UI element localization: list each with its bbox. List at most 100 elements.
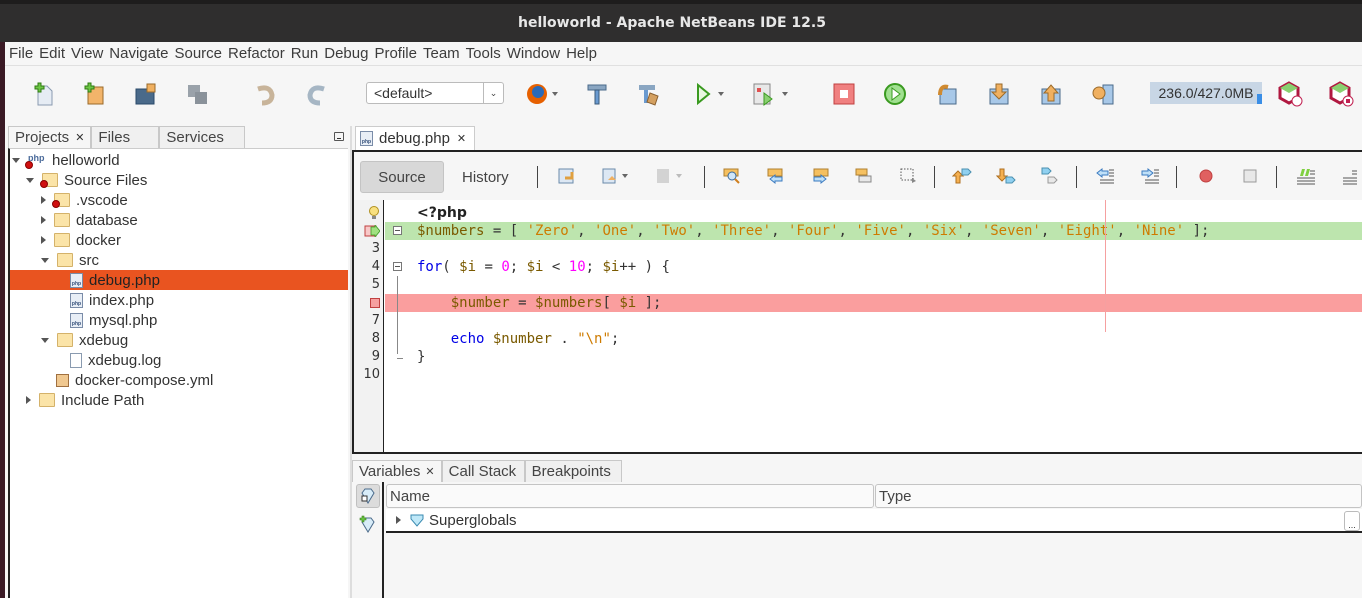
menu-navigate[interactable]: Navigate: [109, 45, 168, 62]
toggle-bookmark-button[interactable]: [1040, 166, 1060, 186]
code-area[interactable]: <?php $numbers = [ 'Zero', 'One', 'Two', …: [385, 200, 1362, 452]
undo-button[interactable]: [251, 80, 279, 108]
tree-node-helloworld[interactable]: php helloworld: [12, 150, 120, 170]
line-number-gutter[interactable]: 3 4 5 7 8 9 10: [354, 200, 384, 452]
menu-run[interactable]: Run: [291, 45, 319, 62]
profile-stop-button[interactable]: [1327, 80, 1355, 108]
step-over-button[interactable]: [933, 80, 961, 108]
ellipsis-button[interactable]: ...: [1344, 511, 1360, 531]
back-button[interactable]: [600, 166, 620, 186]
start-macro-button[interactable]: [1196, 166, 1216, 186]
menu-tools[interactable]: Tools: [466, 45, 501, 62]
new-project-button[interactable]: [79, 80, 107, 108]
profile-startup-button[interactable]: [1276, 80, 1304, 108]
tree-node-xdebug[interactable]: xdebug: [41, 330, 128, 350]
continue-button[interactable]: [881, 80, 909, 108]
menu-debug[interactable]: Debug: [324, 45, 368, 62]
open-project-button[interactable]: [131, 80, 159, 108]
forward-dropdown-icon[interactable]: [676, 174, 682, 178]
uncomment-button[interactable]: [1338, 166, 1358, 186]
code-line[interactable]: [385, 366, 1362, 384]
line-number[interactable]: 8: [354, 330, 380, 348]
tree-node-src[interactable]: src: [41, 250, 99, 270]
menu-profile[interactable]: Profile: [374, 45, 417, 62]
configuration-select[interactable]: <default> ⌄: [366, 82, 504, 104]
code-line[interactable]: for( $i = 0; $i < 10; $i++ ) {: [385, 258, 1362, 276]
menu-source[interactable]: Source: [174, 45, 222, 62]
run-dropdown-icon[interactable]: [718, 92, 724, 96]
expand-arrow-icon[interactable]: [41, 337, 49, 343]
menu-view[interactable]: View: [71, 45, 103, 62]
expand-arrow-icon[interactable]: [396, 516, 401, 524]
tree-node-debug-php[interactable]: php debug.php: [10, 270, 348, 290]
line-number[interactable]: 9: [354, 348, 380, 366]
tab-services[interactable]: Services: [159, 126, 246, 148]
tree-node-source-files[interactable]: Source Files: [26, 170, 147, 190]
line-number[interactable]: 7: [354, 312, 380, 330]
column-header-name[interactable]: Name: [386, 484, 874, 508]
find-previous-button[interactable]: [766, 166, 786, 186]
show-watches-button[interactable]: [356, 484, 380, 508]
tree-node-xdebug-log[interactable]: xdebug.log: [70, 350, 161, 370]
tree-node-docker-compose[interactable]: docker-compose.yml: [56, 370, 213, 390]
tab-breakpoints[interactable]: Breakpoints: [524, 460, 622, 482]
comment-button[interactable]: [1296, 166, 1316, 186]
clean-build-button[interactable]: [635, 80, 663, 108]
minimize-panel-icon[interactable]: [334, 132, 344, 141]
debug-button[interactable]: [750, 80, 778, 108]
browser-dropdown-icon[interactable]: [552, 92, 558, 96]
line-number[interactable]: 5: [354, 276, 380, 294]
save-all-button[interactable]: [183, 80, 211, 108]
next-bookmark-button[interactable]: [995, 166, 1016, 186]
tree-node-database[interactable]: database: [41, 210, 138, 230]
back-dropdown-icon[interactable]: [622, 174, 628, 178]
line-number[interactable]: 4: [354, 258, 380, 276]
browser-button[interactable]: [523, 80, 551, 108]
tree-node-docker[interactable]: docker: [41, 230, 121, 250]
tab-projects[interactable]: Projects ✕: [8, 126, 92, 148]
breakpoint-line[interactable]: $number = $numbers[ $i ];: [385, 294, 1362, 312]
menu-refactor[interactable]: Refactor: [228, 45, 285, 62]
debug-dropdown-icon[interactable]: [782, 92, 788, 96]
find-selection-button[interactable]: [722, 166, 742, 186]
tab-variables[interactable]: Variables ✕: [352, 460, 442, 482]
menu-edit[interactable]: Edit: [39, 45, 65, 62]
tab-files[interactable]: Files: [91, 126, 160, 148]
collapse-arrow-icon[interactable]: [41, 236, 46, 244]
shift-right-button[interactable]: [1140, 166, 1160, 186]
menu-team[interactable]: Team: [423, 45, 460, 62]
new-file-button[interactable]: [29, 80, 57, 108]
step-into-button[interactable]: [985, 80, 1013, 108]
expand-arrow-icon[interactable]: [12, 157, 20, 163]
fold-toggle-icon[interactable]: [393, 226, 402, 235]
code-line[interactable]: [385, 312, 1362, 330]
collapse-arrow-icon[interactable]: [41, 196, 46, 204]
menu-help[interactable]: Help: [566, 45, 597, 62]
line-number[interactable]: [354, 294, 380, 312]
menu-window[interactable]: Window: [507, 45, 560, 62]
shift-left-button[interactable]: [1096, 166, 1116, 186]
last-edit-button[interactable]: [556, 166, 576, 186]
run-button[interactable]: [689, 80, 717, 108]
tree-node-include-path[interactable]: Include Path: [26, 390, 144, 410]
stop-macro-button[interactable]: [1240, 166, 1260, 186]
code-line[interactable]: echo $number . "\n";: [385, 330, 1362, 348]
build-button[interactable]: [583, 80, 611, 108]
close-icon[interactable]: ✕: [425, 465, 434, 478]
step-out-button[interactable]: [1037, 80, 1065, 108]
editor-tab-debug-php[interactable]: php debug.php ✕: [355, 126, 476, 150]
run-to-cursor-button[interactable]: [1089, 80, 1117, 108]
new-watch-button[interactable]: [356, 512, 380, 536]
find-next-button[interactable]: [810, 166, 830, 186]
close-icon[interactable]: ✕: [457, 132, 466, 145]
menu-file[interactable]: File: [9, 45, 33, 62]
code-line[interactable]: <?php: [385, 204, 1362, 222]
chevron-down-icon[interactable]: ⌄: [483, 83, 503, 103]
memory-indicator[interactable]: 236.0/427.0MB: [1150, 82, 1262, 104]
history-button[interactable]: History: [462, 161, 509, 193]
code-line[interactable]: [385, 240, 1362, 258]
forward-button[interactable]: [654, 166, 674, 186]
current-line[interactable]: $numbers = [ 'Zero', 'One', 'Two', 'Thre…: [385, 222, 1362, 240]
finish-debug-button[interactable]: [830, 80, 858, 108]
code-line[interactable]: [385, 276, 1362, 294]
